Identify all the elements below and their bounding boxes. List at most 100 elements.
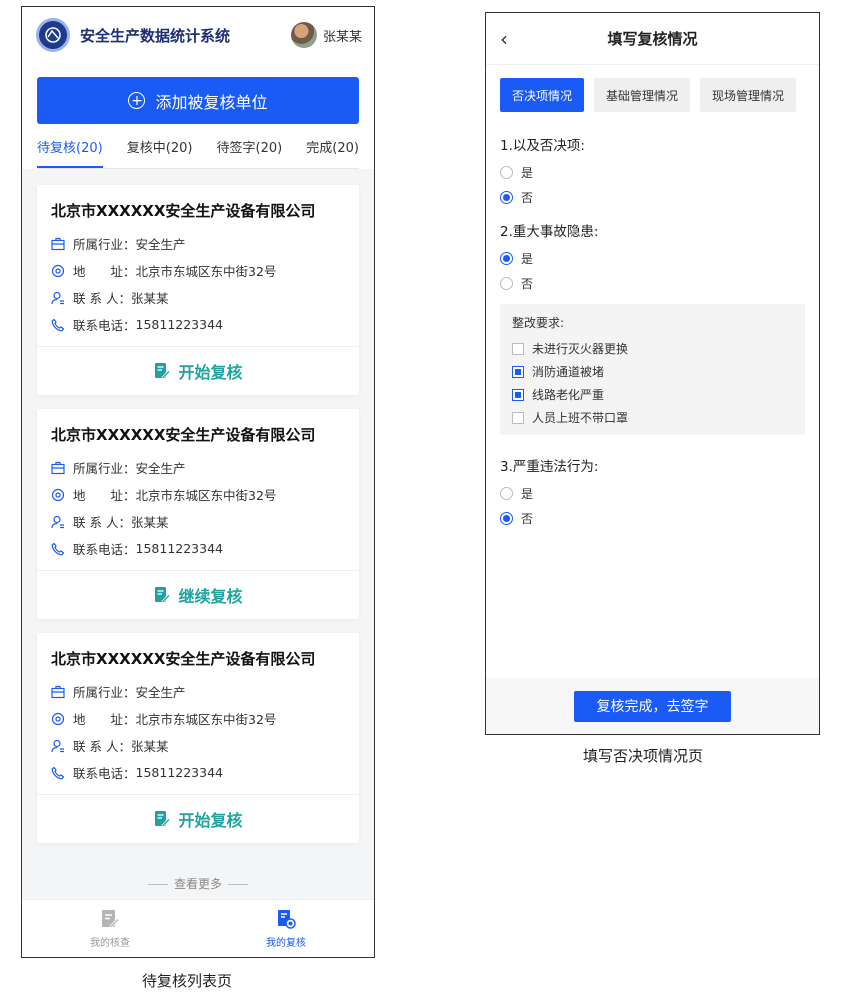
review-list-screen: 安全生产数据统计系统 张某某 + 添加被复核单位 待复核(20) 复核中(20)… xyxy=(21,6,375,958)
tab-to-sign[interactable]: 待签字(20) xyxy=(217,137,283,168)
q2-option-no[interactable]: 否 xyxy=(500,271,805,296)
q3-option-no[interactable]: 否 xyxy=(500,506,805,531)
q1-option-no[interactable]: 否 xyxy=(500,185,805,210)
load-more-label: 查看更多 xyxy=(173,877,222,891)
rectification-requirements: 整改要求: 未进行灭火器更换 消防通道被堵 线路老化严重 人员上班不带口罩 xyxy=(500,304,805,435)
company-card: 北京市XXXXXX安全生产设备有限公司 所属行业： 安全生产 地 址： 北京市东… xyxy=(37,633,359,843)
industry-value: 安全生产 xyxy=(135,237,186,252)
avatar[interactable] xyxy=(290,22,317,48)
checkbox[interactable] xyxy=(512,388,524,401)
checkbox[interactable] xyxy=(512,411,524,424)
nav-my-review[interactable]: 我的复核 xyxy=(198,900,374,957)
option-label: 是 xyxy=(521,166,534,180)
address-label: 地 址： xyxy=(73,264,136,279)
radio-button[interactable] xyxy=(500,166,513,179)
industry-value: 安全生产 xyxy=(135,685,186,700)
requirement-label: 人员上班不带口罩 xyxy=(532,411,629,425)
address-value: 北京市东城区东中街32号 xyxy=(135,488,277,503)
question-3-title: 3.严重违法行为: xyxy=(500,459,599,475)
user-profile[interactable]: 张某某 xyxy=(290,22,362,48)
finish-and-sign-button[interactable]: 复核完成，去签字 xyxy=(574,690,731,722)
form-footer: 复核完成，去签字 xyxy=(486,678,819,734)
load-more-link[interactable]: 查看更多 xyxy=(37,857,359,892)
briefcase-icon xyxy=(51,237,65,251)
tab-basic-management[interactable]: 基础管理情况 xyxy=(594,78,691,112)
tab-site-management[interactable]: 现场管理情况 xyxy=(700,78,797,112)
contact-row: 联 系 人： 张某某 xyxy=(51,284,345,311)
option-label: 否 xyxy=(521,277,534,291)
industry-label: 所属行业： xyxy=(73,237,136,252)
checkbox[interactable] xyxy=(512,342,524,355)
industry-row: 所属行业： 安全生产 xyxy=(51,454,345,481)
requirement-item[interactable]: 线路老化严重 xyxy=(512,383,793,406)
add-review-unit-button[interactable]: + 添加被复核单位 xyxy=(37,77,359,124)
contact-label: 联 系 人： xyxy=(73,739,131,754)
option-label: 是 xyxy=(521,252,534,266)
card-action-label: 开始复核 xyxy=(178,811,243,830)
edit-doc-icon xyxy=(102,910,120,928)
address-value: 北京市东城区东中街32号 xyxy=(135,264,277,279)
tab-in-review[interactable]: 复核中(20) xyxy=(127,137,193,168)
right-caption: 填写否决项情况页 xyxy=(583,747,704,765)
company-name: 北京市XXXXXX安全生产设备有限公司 xyxy=(51,202,316,220)
q2-option-yes[interactable]: 是 xyxy=(500,246,805,271)
briefcase-icon xyxy=(51,685,65,699)
person-icon xyxy=(51,515,65,529)
radio-button[interactable] xyxy=(500,191,513,204)
contact-row: 联 系 人： 张某某 xyxy=(51,508,345,535)
option-label: 否 xyxy=(521,512,534,526)
start-review-button[interactable]: 开始复核 xyxy=(37,347,359,395)
phone-icon xyxy=(51,318,65,332)
phone-label: 联系电话： xyxy=(73,318,136,333)
radio-button[interactable] xyxy=(500,487,513,500)
edit-doc-icon xyxy=(155,363,172,379)
nav-my-inspection[interactable]: 我的核查 xyxy=(22,900,198,957)
phone-value: 15811223344 xyxy=(135,317,223,332)
back-chevron-icon[interactable]: ‹ xyxy=(500,27,508,51)
contact-label: 联 系 人： xyxy=(73,515,131,530)
q1-option-yes[interactable]: 是 xyxy=(500,160,805,185)
option-label: 否 xyxy=(521,191,534,205)
divider xyxy=(228,884,248,885)
company-name: 北京市XXXXXX安全生产设备有限公司 xyxy=(51,426,316,444)
radio-button[interactable] xyxy=(500,252,513,265)
tab-veto-items[interactable]: 否决项情况 xyxy=(500,78,585,112)
company-name: 北京市XXXXXX安全生产设备有限公司 xyxy=(51,650,316,668)
requirement-item[interactable]: 人员上班不带口罩 xyxy=(512,406,793,429)
phone-icon xyxy=(51,766,65,780)
start-review-button[interactable]: 开始复核 xyxy=(37,795,359,843)
rectification-title: 整改要求: xyxy=(512,316,565,330)
phone-label: 联系电话： xyxy=(73,766,136,781)
address-row: 地 址： 北京市东城区东中街32号 xyxy=(51,481,345,508)
briefcase-icon xyxy=(51,461,65,475)
requirement-label: 未进行灭火器更换 xyxy=(532,342,629,356)
add-button-label: 添加被复核单位 xyxy=(155,92,268,112)
continue-review-button[interactable]: 继续复核 xyxy=(37,571,359,619)
checkbox[interactable] xyxy=(512,365,524,378)
tab-pending[interactable]: 待复核(20) xyxy=(37,137,103,168)
contact-value: 张某某 xyxy=(130,739,169,754)
radio-button[interactable] xyxy=(500,512,513,525)
requirement-item[interactable]: 消防通道被堵 xyxy=(512,360,793,383)
question-1-title: 1.以及否决项: xyxy=(500,138,585,154)
section-tabs: 否决项情况 基础管理情况 现场管理情况 xyxy=(486,65,819,112)
bottom-nav: 我的核查 我的复核 xyxy=(22,899,374,957)
industry-value: 安全生产 xyxy=(135,461,186,476)
tab-complete[interactable]: 完成(20) xyxy=(306,137,359,168)
industry-row: 所属行业： 安全生产 xyxy=(51,230,345,257)
card-action-label: 开始复核 xyxy=(178,363,243,382)
q3-option-yes[interactable]: 是 xyxy=(500,481,805,506)
contact-value: 张某某 xyxy=(130,291,169,306)
page-title: 填写复核情况 xyxy=(607,30,698,48)
contact-label: 联 系 人： xyxy=(73,291,131,306)
radio-button[interactable] xyxy=(500,277,513,290)
phone-value: 15811223344 xyxy=(135,765,223,780)
question-2-title: 2.重大事故隐患: xyxy=(500,224,599,240)
requirement-item[interactable]: 未进行灭火器更换 xyxy=(512,337,793,360)
left-caption: 待复核列表页 xyxy=(142,972,233,990)
page-header: ‹ 填写复核情况 xyxy=(486,13,819,65)
contact-row: 联 系 人： 张某某 xyxy=(51,732,345,759)
location-icon xyxy=(51,712,65,726)
edit-doc-icon xyxy=(155,811,172,827)
option-label: 是 xyxy=(521,487,534,501)
